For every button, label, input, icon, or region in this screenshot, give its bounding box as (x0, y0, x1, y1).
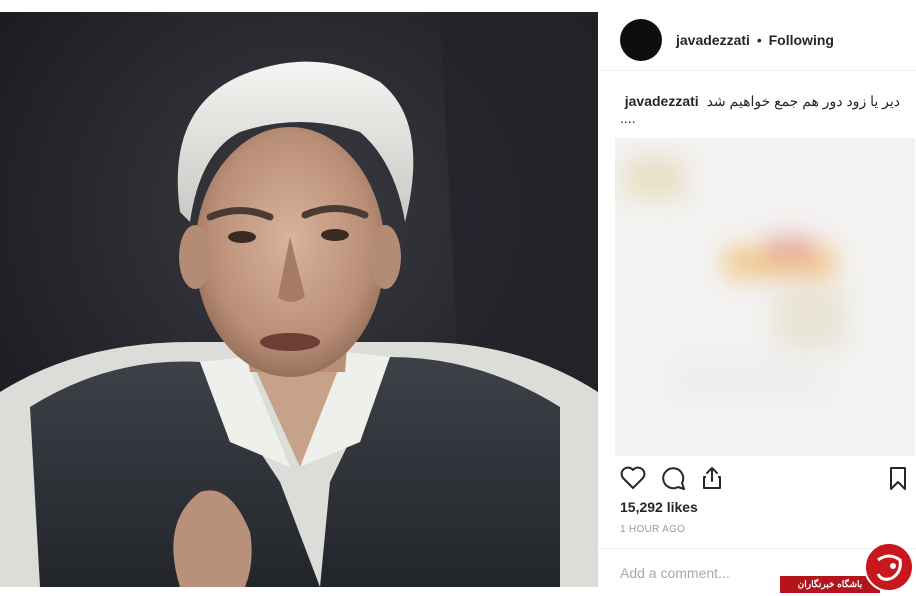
bookmark-icon[interactable] (884, 464, 912, 492)
post-header: javadezzati • Following (598, 12, 916, 71)
watermark-circle (864, 542, 914, 592)
portrait-image (0, 12, 598, 587)
blurred-content (615, 138, 915, 456)
heart-icon[interactable] (619, 464, 647, 492)
caption-username[interactable]: javadezzati (625, 93, 699, 109)
comment-input[interactable] (620, 565, 780, 581)
header-line: javadezzati • Following (676, 32, 834, 48)
blurred-comments-area (615, 138, 915, 456)
likes-count[interactable]: 15,292 likes (620, 499, 698, 515)
post-sidebar: javadezzati • Following دیر یا زود دور ه… (598, 0, 916, 595)
comment-icon[interactable] (659, 464, 687, 492)
post-timestamp[interactable]: 1 HOUR AGO (620, 524, 685, 535)
post-caption: دیر یا زود دور هم جمع خواهیم شد javadezz… (620, 92, 900, 110)
share-icon[interactable] (698, 464, 726, 492)
watermark-banner: باشگاه خبرنگاران (780, 576, 880, 593)
separator-dot: • (756, 32, 762, 48)
post-actions (598, 460, 916, 496)
caption-text: دیر یا زود دور هم جمع خواهیم شد (706, 93, 900, 109)
username-link[interactable]: javadezzati (676, 32, 750, 48)
avatar[interactable] (620, 19, 662, 61)
following-button[interactable]: Following (769, 32, 834, 48)
post-photo[interactable] (0, 12, 598, 587)
caption-ellipsis: .... (620, 110, 636, 126)
watermark-logo: باشگاه خبرنگاران (780, 540, 916, 595)
watermark-emblem-icon (876, 554, 902, 581)
